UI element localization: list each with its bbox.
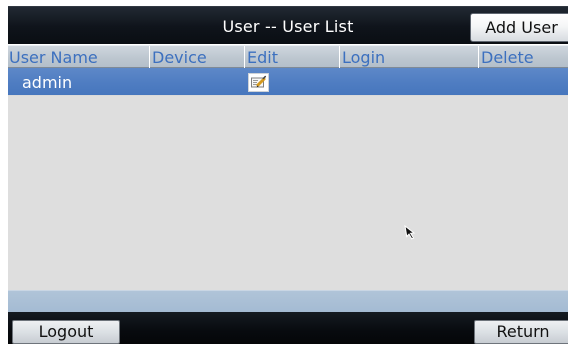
column-header-device: Device: [149, 46, 244, 68]
edit-pencil-icon[interactable]: [248, 73, 269, 92]
logout-button[interactable]: Logout: [12, 320, 120, 344]
column-header-login: Login: [339, 46, 478, 68]
title-bar: User -- User List Add User: [8, 6, 568, 44]
user-name-cell: admin: [22, 73, 73, 92]
column-header-delete: Delete: [478, 46, 568, 68]
bottom-bar: Logout Return: [8, 312, 568, 344]
add-user-button[interactable]: Add User: [470, 13, 568, 42]
user-table-body: admin: [8, 68, 568, 290]
mouse-cursor-icon: [404, 224, 416, 240]
column-header-user-name: User Name: [9, 48, 98, 67]
table-header: User Name Device Edit Login Delete: [8, 45, 568, 68]
table-row[interactable]: admin: [8, 68, 568, 96]
return-button[interactable]: Return: [474, 320, 568, 344]
column-header-edit: Edit: [244, 46, 339, 68]
user-list-screen: User -- User List Add User User Name Dev…: [0, 0, 568, 344]
status-strip: [8, 290, 568, 312]
